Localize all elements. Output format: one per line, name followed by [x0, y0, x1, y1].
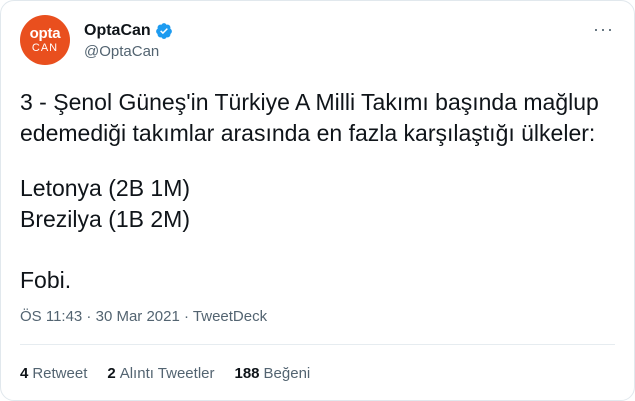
author-info: OptaCan @OptaCan: [84, 21, 173, 61]
tweet-card: opta CAN OptaCan @OptaCan ··· 3 - Şenol …: [0, 0, 635, 401]
tweet-meta: ÖS 11:43 · 30 Mar 2021 · TweetDeck: [20, 307, 267, 327]
quote-tweet-count[interactable]: 2 Alıntı Tweetler: [107, 364, 214, 384]
display-name-row: OptaCan: [84, 21, 173, 40]
tweet-header: opta CAN OptaCan @OptaCan ···: [20, 15, 618, 65]
divider: [20, 344, 615, 345]
more-options-icon[interactable]: ···: [593, 20, 614, 38]
stat-label: Retweet: [32, 365, 88, 382]
stat-label: Alıntı Tweetler: [119, 365, 215, 382]
tweet-source[interactable]: TweetDeck: [193, 308, 267, 325]
tweet-time[interactable]: ÖS 11:43: [20, 308, 82, 325]
verified-badge-icon: [155, 22, 172, 39]
stat-number: 4: [20, 365, 29, 382]
avatar[interactable]: opta CAN: [20, 15, 70, 65]
tweet-text-line: Brezilya (1B 2M): [20, 206, 190, 232]
stat-label: Beğeni: [263, 365, 311, 382]
meta-separator: ·: [179, 308, 193, 325]
avatar-logo-text: opta: [29, 24, 61, 42]
avatar-logo-subtext: CAN: [31, 41, 59, 54]
tweet-text-line: edemediği takımlar arasında en fazla kar…: [20, 120, 596, 146]
tweet-text-line: Letonya (2B 1M): [20, 175, 191, 201]
stat-number: 2: [107, 365, 116, 382]
tweet-text-line: 3 - Şenol Güneş'in Türkiye A Milli Takım…: [20, 89, 599, 115]
tweet-date[interactable]: 30 Mar 2021: [96, 308, 180, 325]
user-handle[interactable]: @OptaCan: [84, 42, 173, 61]
like-count[interactable]: 188 Beğeni: [235, 364, 311, 384]
tweet-text-line: Fobi.: [20, 267, 72, 293]
tweet-stats: 4 Retweet 2 Alıntı Tweetler 188 Beğeni: [20, 364, 330, 384]
stat-number: 188: [234, 365, 260, 382]
meta-separator: ·: [82, 308, 96, 325]
tweet-text: 3 - Şenol Güneş'in Türkiye A Milli Takım…: [20, 87, 620, 296]
display-name[interactable]: OptaCan: [84, 21, 151, 40]
retweet-count[interactable]: 4 Retweet: [20, 364, 87, 384]
